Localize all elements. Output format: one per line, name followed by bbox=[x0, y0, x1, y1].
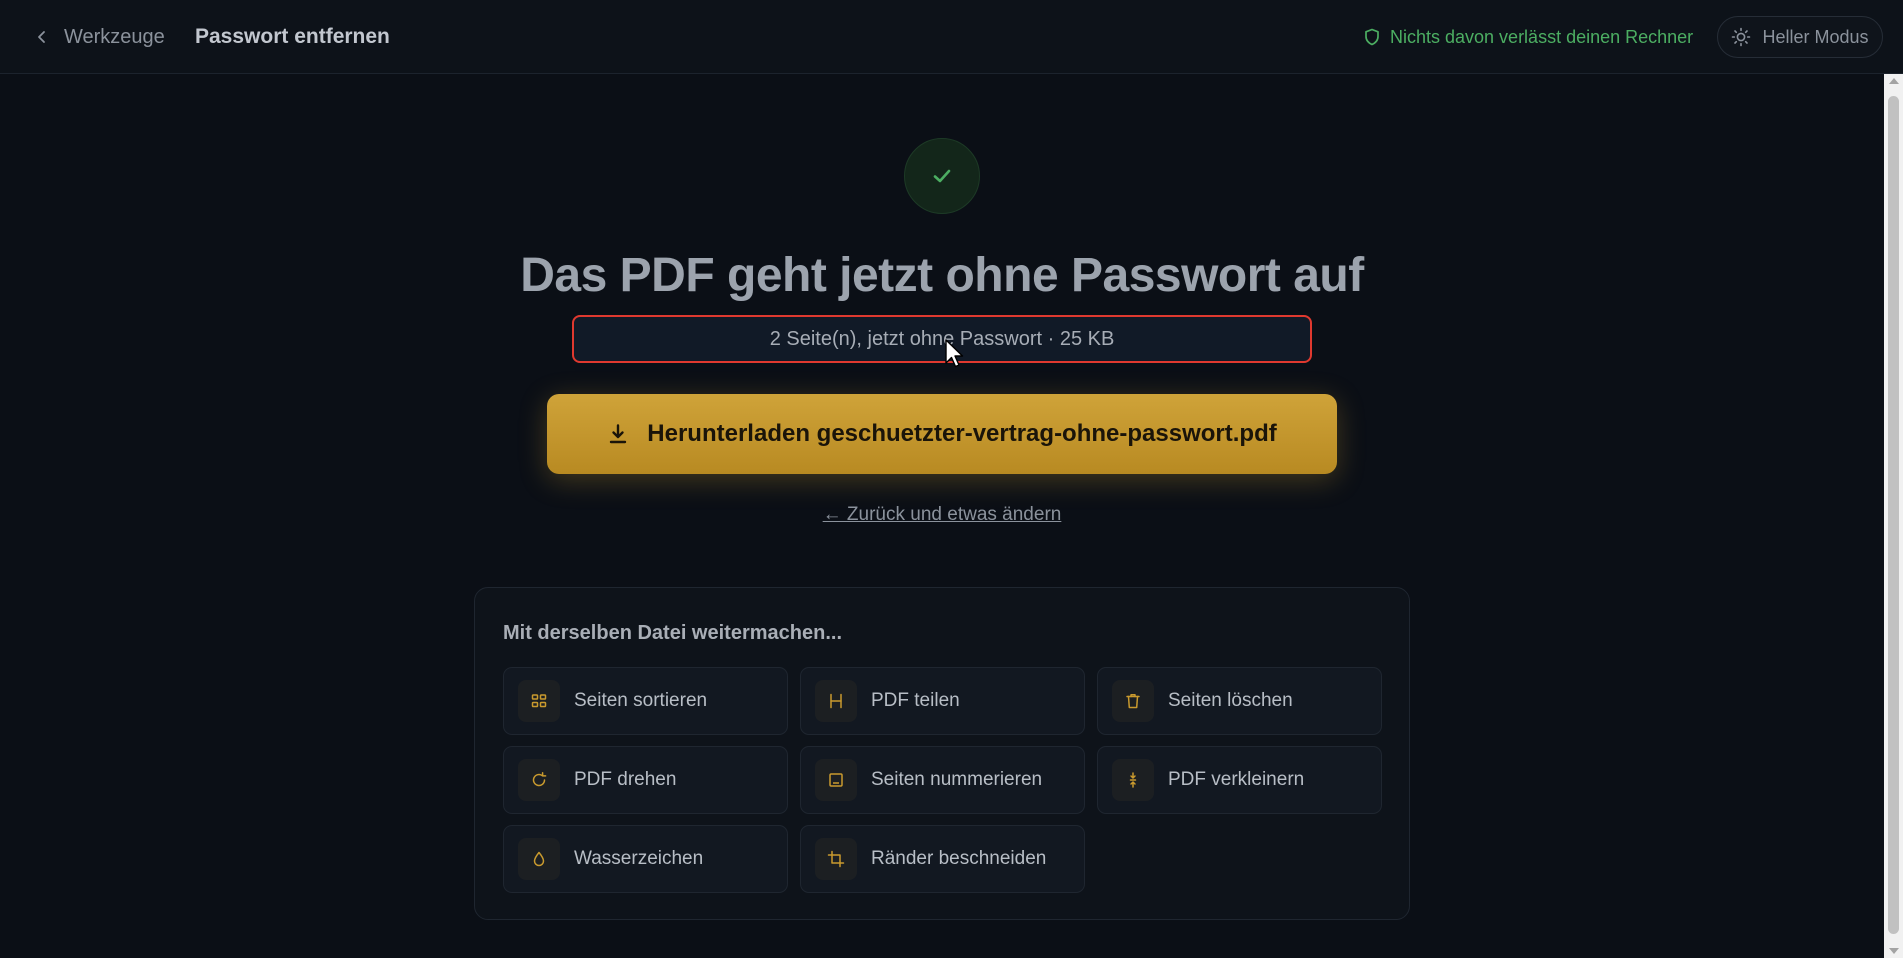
tool-label: Ränder beschneiden bbox=[871, 848, 1047, 869]
file-info-box: 2 Seite(n), jetzt ohne Passwort · 25 KB bbox=[572, 315, 1312, 363]
compress-icon bbox=[1112, 759, 1154, 801]
sun-icon bbox=[1732, 27, 1751, 47]
back-link-label: Werkzeuge bbox=[64, 25, 165, 48]
download-icon bbox=[610, 424, 627, 444]
grid-icon bbox=[518, 680, 560, 722]
tool-label: Seiten sortieren bbox=[574, 690, 708, 711]
back-and-change-link[interactable]: ← Zurück und etwas ändern bbox=[823, 504, 1062, 525]
success-badge bbox=[904, 138, 980, 214]
checkmark-icon bbox=[933, 169, 951, 183]
download-button[interactable]: Herunterladen geschuetzter-vertrag-ohne-… bbox=[547, 394, 1337, 474]
scroll-up-arrow-icon[interactable] bbox=[1889, 78, 1899, 84]
tool-label: Seiten nummerieren bbox=[871, 769, 1043, 790]
tool-label: PDF teilen bbox=[871, 690, 960, 711]
back-to-tools-link[interactable]: Werkzeuge bbox=[34, 24, 165, 50]
tool-label: PDF drehen bbox=[574, 769, 677, 790]
result-headline: Das PDF geht jetzt ohne Passwort auf bbox=[520, 249, 1364, 302]
tool-compress-pdf[interactable]: PDF verkleinern bbox=[1097, 746, 1382, 814]
scroll-down-arrow-icon[interactable] bbox=[1889, 948, 1899, 954]
file-info-text: 2 Seite(n), jetzt ohne Passwort · 25 KB bbox=[769, 327, 1115, 350]
chevron-left-icon bbox=[38, 31, 45, 43]
trash-icon bbox=[1112, 680, 1154, 722]
continue-card-title: Mit derselben Datei weitermachen... bbox=[503, 622, 842, 644]
tool-delete-pages[interactable]: Seiten löschen bbox=[1097, 667, 1382, 735]
tool-sort-pages[interactable]: Seiten sortieren bbox=[503, 667, 788, 735]
download-label: Herunterladen geschuetzter-vertrag-ohne-… bbox=[647, 420, 1277, 447]
page-title: Passwort entfernen bbox=[195, 25, 390, 48]
privacy-text: Nichts davon verlässt deinen Rechner bbox=[1390, 26, 1694, 47]
tool-crop-margins[interactable]: Ränder beschneiden bbox=[800, 825, 1085, 893]
droplet-icon bbox=[518, 838, 560, 880]
continue-with-file-card: Mit derselben Datei weitermachen... Seit… bbox=[474, 587, 1410, 920]
vertical-scrollbar[interactable] bbox=[1884, 74, 1903, 958]
crop-icon bbox=[815, 838, 857, 880]
privacy-notice: Nichts davon verlässt deinen Rechner bbox=[1364, 25, 1693, 49]
tool-label: PDF verkleinern bbox=[1168, 769, 1305, 790]
mode-label: Heller Modus bbox=[1762, 26, 1869, 47]
tool-split-pdf[interactable]: PDF teilen bbox=[800, 667, 1085, 735]
tool-number-pages[interactable]: Seiten nummerieren bbox=[800, 746, 1085, 814]
light-mode-toggle[interactable]: Heller Modus bbox=[1717, 16, 1883, 58]
tool-rotate-pdf[interactable]: PDF drehen bbox=[503, 746, 788, 814]
page-number-icon bbox=[815, 759, 857, 801]
split-icon bbox=[815, 680, 857, 722]
tool-watermark[interactable]: Wasserzeichen bbox=[503, 825, 788, 893]
tool-label: Seiten löschen bbox=[1168, 690, 1293, 711]
scrollbar-thumb[interactable] bbox=[1888, 96, 1899, 934]
top-bar: Werkzeuge Passwort entfernen Nichts davo… bbox=[0, 0, 1903, 74]
rotate-icon bbox=[518, 759, 560, 801]
back-and-change-link-row: ← Zurück und etwas ändern bbox=[0, 504, 1884, 526]
shield-icon bbox=[1365, 28, 1379, 46]
tool-grid: Seiten sortieren PDF teilen Seiten lösch… bbox=[503, 667, 1383, 893]
tool-label: Wasserzeichen bbox=[574, 848, 704, 869]
